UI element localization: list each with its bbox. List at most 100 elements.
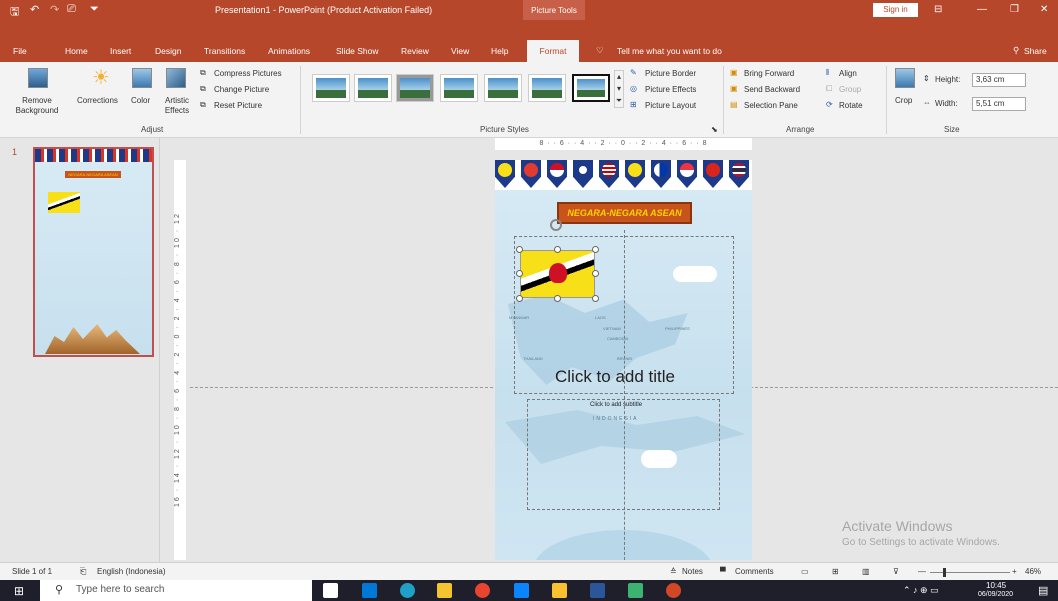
share-icon[interactable]: ⚲ (1013, 45, 1019, 56)
brunei-flag-picture[interactable] (520, 250, 595, 298)
picture-border-icon[interactable]: ✎ (630, 68, 637, 77)
sticky-notes-icon[interactable] (552, 583, 567, 598)
slide-canvas[interactable]: MYANMAR LAOS VIETNAM PHILIPPINES CAMBODI… (495, 160, 752, 560)
slide-thumbnail-1[interactable]: NEGARA-NEGARA ASEAN (33, 147, 154, 357)
picture-style-5[interactable] (484, 74, 522, 102)
notes-icon[interactable]: ≙ (670, 567, 677, 576)
slide-show-icon[interactable]: ⊽ (893, 567, 899, 576)
picture-style-4[interactable] (440, 74, 478, 102)
remove-background-icon[interactable] (28, 68, 48, 88)
zoom-level[interactable]: 46% (1025, 567, 1041, 576)
edge-icon[interactable] (400, 583, 415, 598)
word-icon[interactable] (590, 583, 605, 598)
picture-layout-button[interactable]: Picture Layout (645, 101, 696, 110)
reset-picture-button[interactable]: Reset Picture (214, 101, 262, 110)
corrections-icon[interactable]: ☀ (92, 68, 112, 88)
picture-border-button[interactable]: Picture Border (645, 69, 696, 78)
clock-date[interactable]: 06/09/2020 (978, 591, 1013, 598)
maximize-button[interactable]: ❐ (1010, 4, 1019, 15)
notifications-icon[interactable]: ▤ (1038, 584, 1048, 597)
change-picture-icon[interactable]: ⧉ (200, 84, 206, 94)
send-backward-icon[interactable]: ▣ (730, 84, 738, 93)
comments-button[interactable]: Comments (735, 567, 774, 576)
redo-icon[interactable]: ↷ (50, 3, 59, 16)
ribbon-display-options-icon[interactable]: ⊟ (934, 4, 942, 15)
tab-view[interactable]: View (451, 46, 469, 56)
resize-handle-bottom[interactable] (554, 295, 561, 302)
bring-forward-button[interactable]: Bring Forward (744, 69, 794, 78)
minimize-button[interactable]: — (977, 4, 987, 15)
normal-view-icon[interactable]: ▭ (801, 567, 809, 576)
resize-handle-bottom-left[interactable] (516, 295, 523, 302)
rotate-icon[interactable]: ⟳ (826, 100, 833, 109)
selection-pane-button[interactable]: Selection Pane (744, 101, 798, 110)
bring-forward-icon[interactable]: ▣ (730, 68, 738, 77)
styles-more-icon[interactable]: ▴ ▾ ⏷ (614, 70, 624, 108)
zoom-slider[interactable] (930, 572, 1010, 573)
compress-pictures-button[interactable]: Compress Pictures (214, 69, 282, 78)
resize-handle-top-right[interactable] (592, 246, 599, 253)
spellcheck-icon[interactable]: ⎗ (80, 567, 86, 577)
picture-style-2[interactable] (354, 74, 392, 102)
artistic-effects-icon[interactable] (166, 68, 186, 88)
subtitle-placeholder-text[interactable]: Click to add subtitle (590, 402, 642, 408)
tab-review[interactable]: Review (401, 46, 429, 56)
group-icon[interactable]: ⧠ (826, 84, 832, 94)
tab-design[interactable]: Design (155, 46, 181, 56)
change-picture-button[interactable]: Change Picture (214, 85, 269, 94)
artistic-effects-button[interactable]: Artistic Effects (160, 96, 194, 116)
picture-layout-icon[interactable]: ⊞ (630, 100, 637, 109)
start-from-beginning-icon[interactable]: ⎚ (67, 3, 76, 16)
group-button[interactable]: Group (839, 85, 861, 94)
rotate-button[interactable]: Rotate (839, 101, 863, 110)
picture-style-3[interactable] (396, 74, 434, 102)
send-backward-button[interactable]: Send Backward (744, 85, 800, 94)
undo-icon[interactable]: ↶ (30, 3, 39, 16)
tell-me-search[interactable]: Tell me what you want to do (617, 46, 722, 56)
resize-handle-top[interactable] (554, 246, 561, 253)
picture-style-1[interactable] (312, 74, 350, 102)
picture-effects-icon[interactable]: ◎ (630, 84, 637, 93)
powerpoint-icon[interactable] (666, 583, 681, 598)
resize-handle-bottom-right[interactable] (592, 295, 599, 302)
tab-help[interactable]: Help (491, 46, 508, 56)
picture-effects-button[interactable]: Picture Effects (645, 85, 696, 94)
mail-icon[interactable] (514, 583, 529, 598)
comments-icon[interactable]: ▀ (720, 567, 726, 576)
tab-home[interactable]: Home (65, 46, 88, 56)
store-icon[interactable] (362, 583, 377, 598)
sign-in-button[interactable]: Sign in (873, 3, 918, 17)
photos-icon[interactable] (628, 583, 643, 598)
color-icon[interactable] (132, 68, 152, 88)
compress-pictures-icon[interactable]: ⧉ (200, 68, 206, 78)
customize-toolbar-icon[interactable]: ⏷ (90, 3, 99, 16)
resize-handle-top-left[interactable] (516, 246, 523, 253)
selection-pane-icon[interactable]: ▤ (730, 100, 738, 109)
task-view-icon[interactable] (323, 583, 338, 598)
align-icon[interactable]: ⫴ (826, 68, 829, 78)
tab-slide-show[interactable]: Slide Show (336, 46, 379, 56)
resize-handle-right[interactable] (592, 270, 599, 277)
notes-button[interactable]: Notes (682, 567, 703, 576)
crop-icon[interactable] (895, 68, 915, 88)
title-placeholder-text[interactable]: Click to add title (555, 367, 675, 387)
windows-start-icon[interactable]: ⊞ (14, 584, 24, 598)
tab-file[interactable]: File (13, 46, 27, 56)
close-button[interactable]: ✕ (1040, 4, 1048, 15)
system-tray-icons[interactable]: ⌃ ♪ ⊕ ▭ (903, 585, 939, 596)
reading-view-icon[interactable]: ▥ (862, 567, 870, 576)
file-explorer-icon[interactable] (437, 583, 452, 598)
picture-style-7[interactable] (572, 74, 610, 102)
height-input[interactable]: 3,63 cm (972, 73, 1026, 87)
width-input[interactable]: 5,51 cm (972, 97, 1026, 111)
corrections-button[interactable]: Corrections (77, 96, 118, 105)
zoom-out-icon[interactable]: — (918, 567, 926, 576)
resize-handle-left[interactable] (516, 270, 523, 277)
reset-picture-icon[interactable]: ⧉ (200, 100, 206, 110)
zoom-in-icon[interactable]: + (1012, 567, 1017, 576)
color-button[interactable]: Color (131, 96, 150, 105)
tab-insert[interactable]: Insert (110, 46, 131, 56)
share-button[interactable]: Share (1024, 46, 1047, 56)
clock-time[interactable]: 10:45 (986, 581, 1006, 590)
zoom-slider-thumb[interactable] (943, 568, 946, 577)
